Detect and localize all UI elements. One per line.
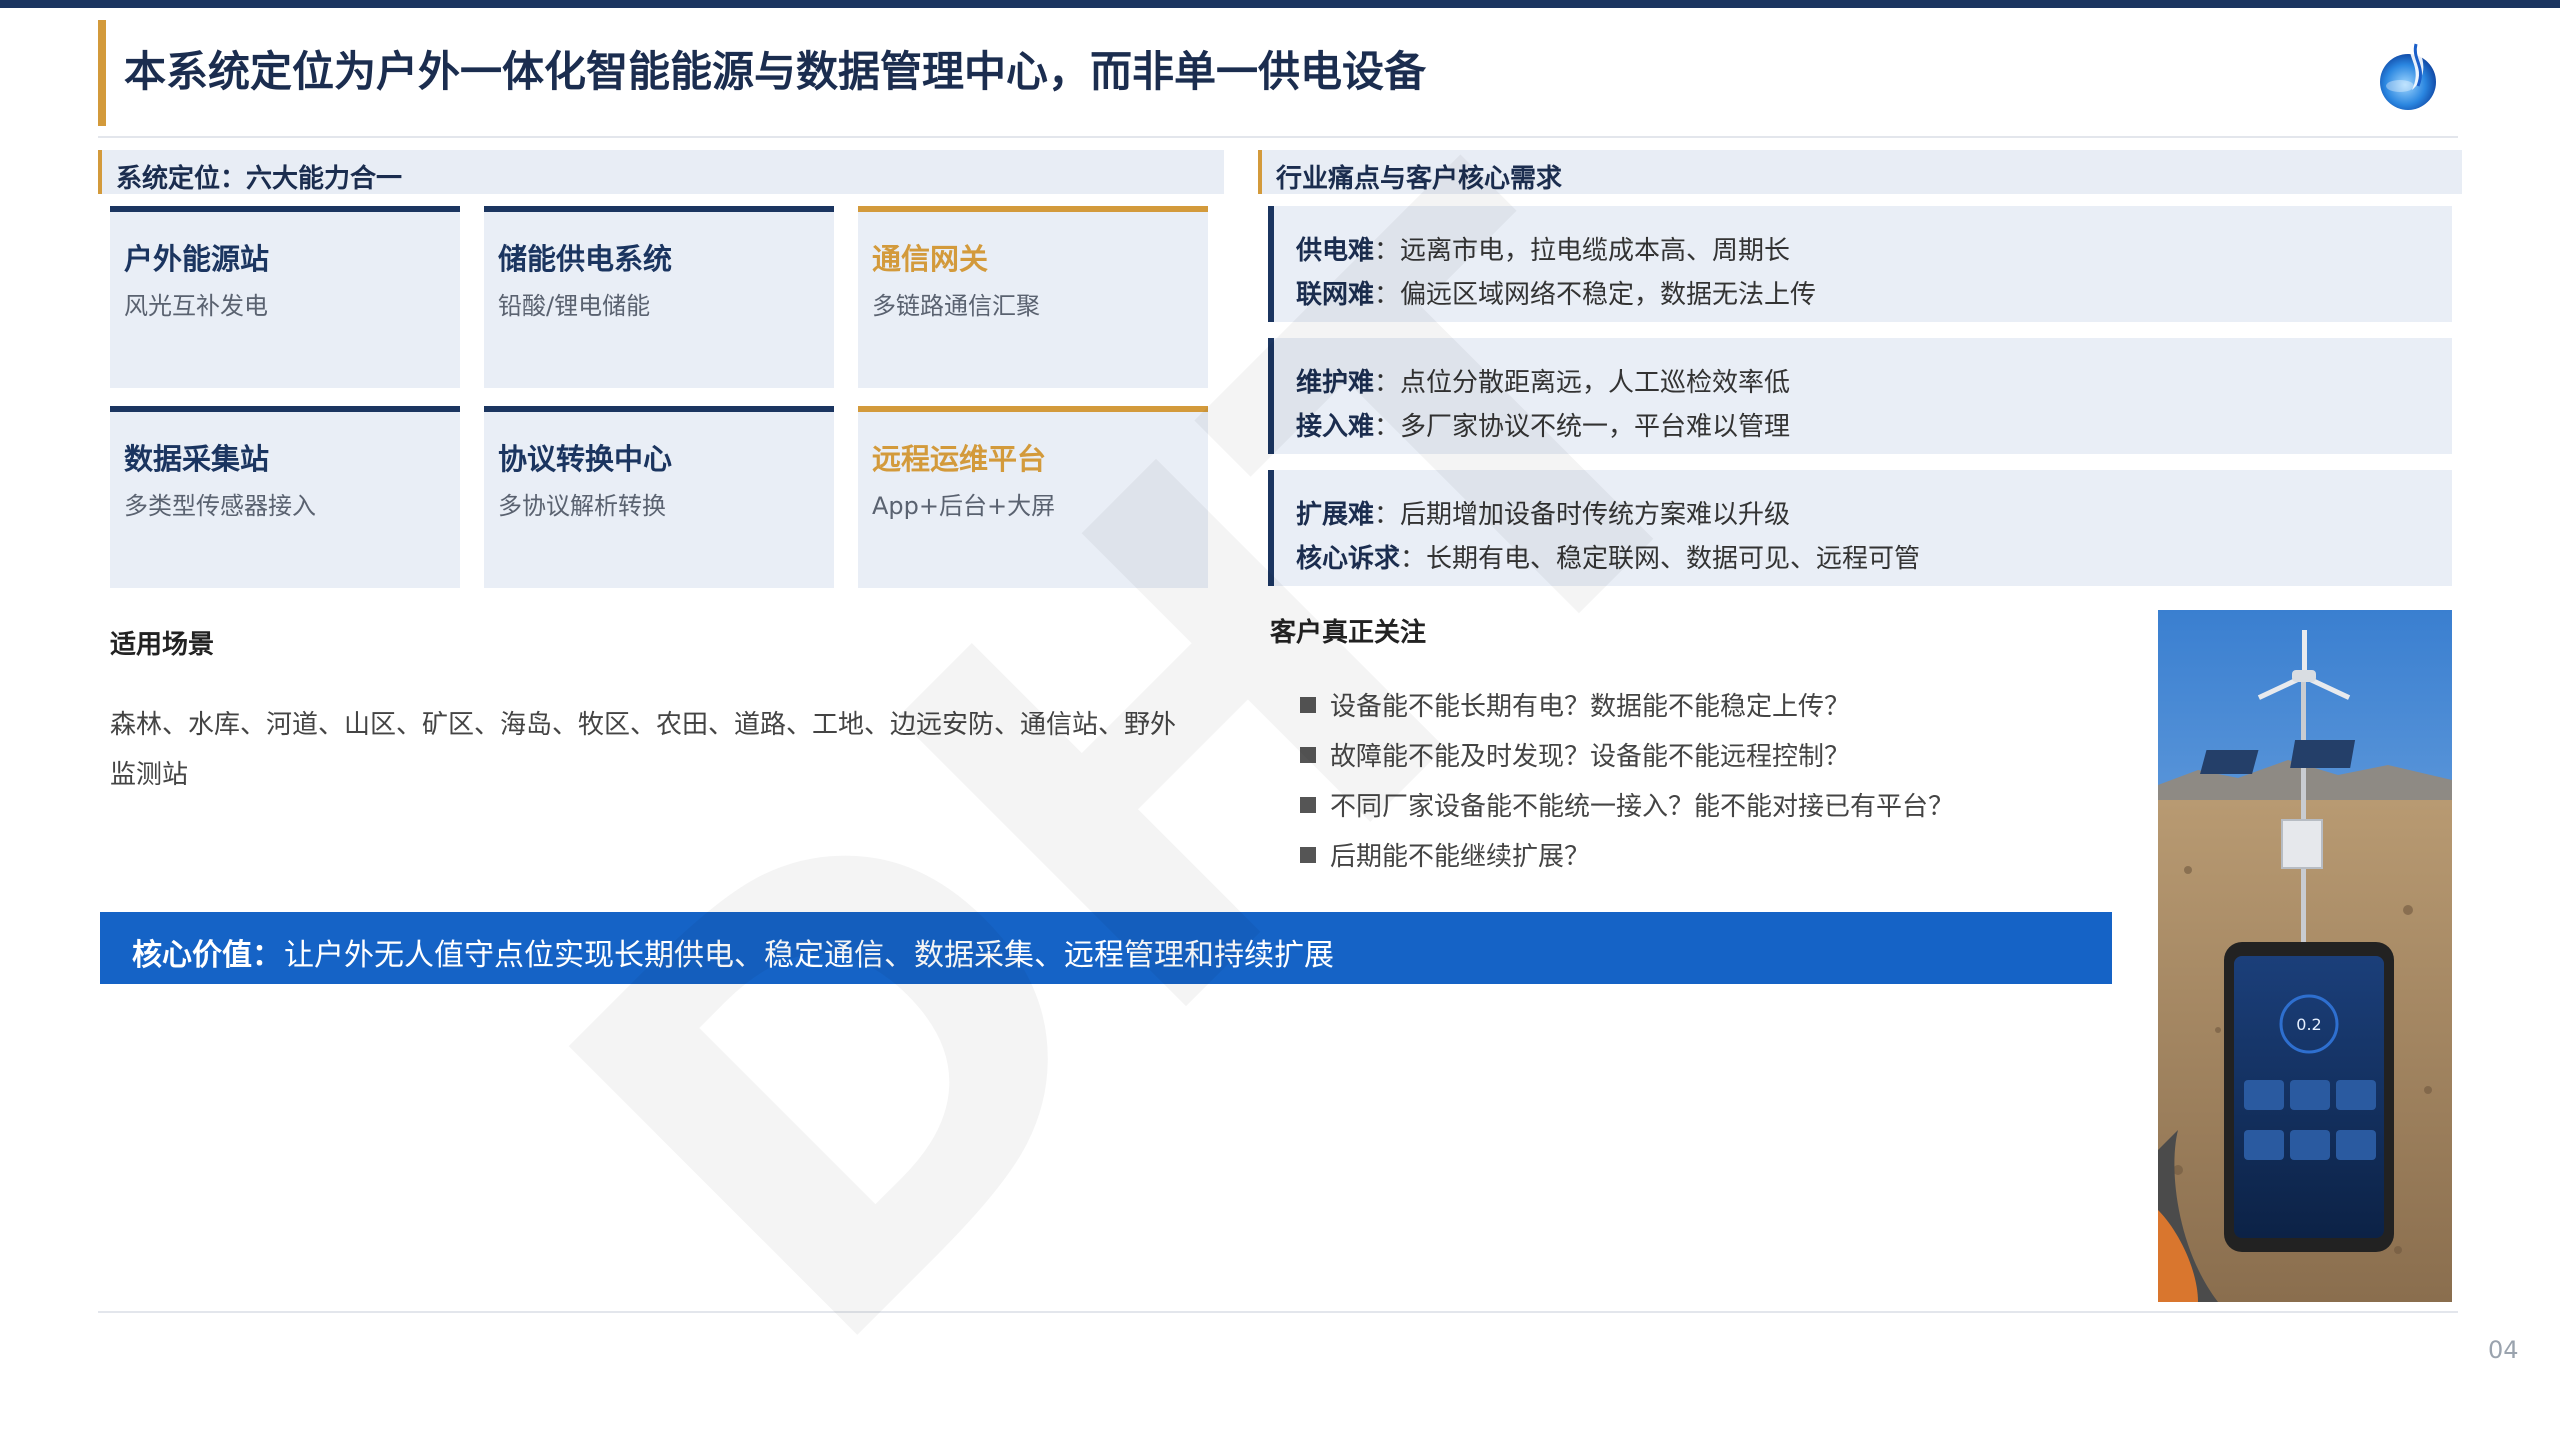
positioning-heading: 系统定位：六大能力合一 bbox=[116, 164, 403, 194]
pain-point-text: ：偏远区域网络不稳定，数据无法上传 bbox=[1374, 280, 1817, 310]
pain-point-row: 维护难：点位分散距离远，人工巡检效率低 bbox=[1296, 362, 1790, 399]
pain-points-heading: 行业痛点与客户核心需求 bbox=[1276, 164, 1563, 194]
pain-point-row: 供电难：远离市电，拉电缆成本高、周期长 bbox=[1296, 230, 1790, 267]
focus-list-item: 故障能不能及时发现？设备能不能远程控制？ bbox=[1300, 736, 1850, 773]
footer-divider bbox=[98, 1311, 2458, 1313]
pain-point-label: 供电难 bbox=[1296, 236, 1375, 266]
pain-point-row: 联网难：偏远区域网络不稳定，数据无法上传 bbox=[1296, 274, 1816, 311]
focus-list-item: 不同厂家设备能不能统一接入？能不能对接已有平台？ bbox=[1300, 786, 1954, 823]
capability-card: 远程运维平台 App+后台+大屏 bbox=[858, 406, 1208, 588]
capability-title: 远程运维平台 bbox=[872, 442, 1047, 476]
pain-points-header: 行业痛点与客户核心需求 bbox=[1258, 150, 2462, 194]
core-value-text: 让户外无人值守点位实现长期供电、稳定通信、数据采集、远程管理和持续扩展 bbox=[284, 938, 1334, 973]
capability-card: 通信网关 多链路通信汇聚 bbox=[858, 206, 1208, 388]
pain-point-label: 接入难 bbox=[1296, 412, 1375, 442]
wind-solar-tower-photo: 0.2 bbox=[2158, 610, 2452, 1302]
customer-focus-heading: 客户真正关注 bbox=[1270, 618, 1427, 648]
core-value-label: 核心价值： bbox=[132, 938, 282, 973]
company-logo-icon bbox=[2372, 30, 2448, 112]
capability-subtitle: 多链路通信汇聚 bbox=[872, 292, 1040, 320]
capability-title: 户外能源站 bbox=[124, 242, 270, 276]
pain-point-label: 核心诉求 bbox=[1296, 544, 1401, 574]
pain-point-text: ：远离市电，拉电缆成本高、周期长 bbox=[1374, 236, 1791, 266]
pain-point-text: ：后期增加设备时传统方案难以升级 bbox=[1374, 500, 1791, 530]
scenarios-text: 森林、水库、河道、山区、矿区、海岛、牧区、农田、道路、工地、边远安防、通信站、野… bbox=[110, 710, 1177, 790]
square-bullet-icon bbox=[1300, 697, 1316, 713]
svg-text:0.2: 0.2 bbox=[2296, 1015, 2321, 1034]
pain-point-text: ：点位分散距离远，人工巡检效率低 bbox=[1374, 368, 1791, 398]
capability-title: 协议转换中心 bbox=[498, 442, 673, 476]
capability-title: 数据采集站 bbox=[124, 442, 270, 476]
page-title: 本系统定位为户外一体化智能能源与数据管理中心，而非单一供电设备 bbox=[124, 47, 1427, 96]
capability-subtitle: 铅酸/锂电储能 bbox=[498, 292, 651, 320]
pain-point-row: 核心诉求：长期有电、稳定联网、数据可见、远程可管 bbox=[1296, 538, 1920, 575]
positioning-header: 系统定位：六大能力合一 bbox=[98, 150, 1224, 194]
title-divider bbox=[98, 136, 2458, 138]
capability-card: 户外能源站 风光互补发电 bbox=[110, 206, 460, 388]
top-bar bbox=[0, 0, 2560, 8]
capability-subtitle: 多类型传感器接入 bbox=[124, 492, 316, 520]
pain-point-label: 维护难 bbox=[1296, 368, 1375, 398]
square-bullet-icon bbox=[1300, 847, 1316, 863]
pain-point-row: 扩展难：后期增加设备时传统方案难以升级 bbox=[1296, 494, 1790, 531]
capability-subtitle: 多协议解析转换 bbox=[498, 492, 666, 520]
focus-item-text: 设备能不能长期有电？数据能不能稳定上传？ bbox=[1330, 692, 1851, 722]
pain-point-text: ：长期有电、稳定联网、数据可见、远程可管 bbox=[1400, 544, 1921, 574]
pain-point-card: 供电难：远离市电，拉电缆成本高、周期长 联网难：偏远区域网络不稳定，数据无法上传 bbox=[1268, 206, 2452, 322]
pain-point-card: 维护难：点位分散距离远，人工巡检效率低 接入难：多厂家协议不统一，平台难以管理 bbox=[1268, 338, 2452, 454]
square-bullet-icon bbox=[1300, 797, 1316, 813]
pain-point-row: 接入难：多厂家协议不统一，平台难以管理 bbox=[1296, 406, 1790, 443]
pain-point-card: 扩展难：后期增加设备时传统方案难以升级 核心诉求：长期有电、稳定联网、数据可见、… bbox=[1268, 470, 2452, 586]
title-accent-bar bbox=[98, 20, 106, 126]
pain-point-label: 联网难 bbox=[1296, 280, 1375, 310]
capability-title: 通信网关 bbox=[872, 242, 989, 276]
scenarios-heading: 适用场景 bbox=[110, 630, 215, 660]
core-value-banner: 核心价值： 让户外无人值守点位实现长期供电、稳定通信、数据采集、远程管理和持续扩… bbox=[100, 912, 2112, 984]
focus-item-text: 后期能不能继续扩展？ bbox=[1330, 842, 1591, 872]
page-number: 04 bbox=[2488, 1336, 2519, 1364]
capability-card: 协议转换中心 多协议解析转换 bbox=[484, 406, 834, 588]
focus-item-text: 不同厂家设备能不能统一接入？能不能对接已有平台？ bbox=[1330, 792, 1955, 822]
focus-item-text: 故障能不能及时发现？设备能不能远程控制？ bbox=[1330, 742, 1851, 772]
focus-list-item: 设备能不能长期有电？数据能不能稳定上传？ bbox=[1300, 686, 1850, 723]
capability-title: 储能供电系统 bbox=[498, 242, 673, 276]
pain-point-label: 扩展难 bbox=[1296, 500, 1375, 530]
capability-subtitle: App+后台+大屏 bbox=[872, 492, 1056, 520]
capability-card: 数据采集站 多类型传感器接入 bbox=[110, 406, 460, 588]
square-bullet-icon bbox=[1300, 747, 1316, 763]
capability-card: 储能供电系统 铅酸/锂电储能 bbox=[484, 206, 834, 388]
capability-subtitle: 风光互补发电 bbox=[124, 292, 268, 320]
pain-point-text: ：多厂家协议不统一，平台难以管理 bbox=[1374, 412, 1791, 442]
focus-list-item: 后期能不能继续扩展？ bbox=[1300, 836, 1590, 873]
